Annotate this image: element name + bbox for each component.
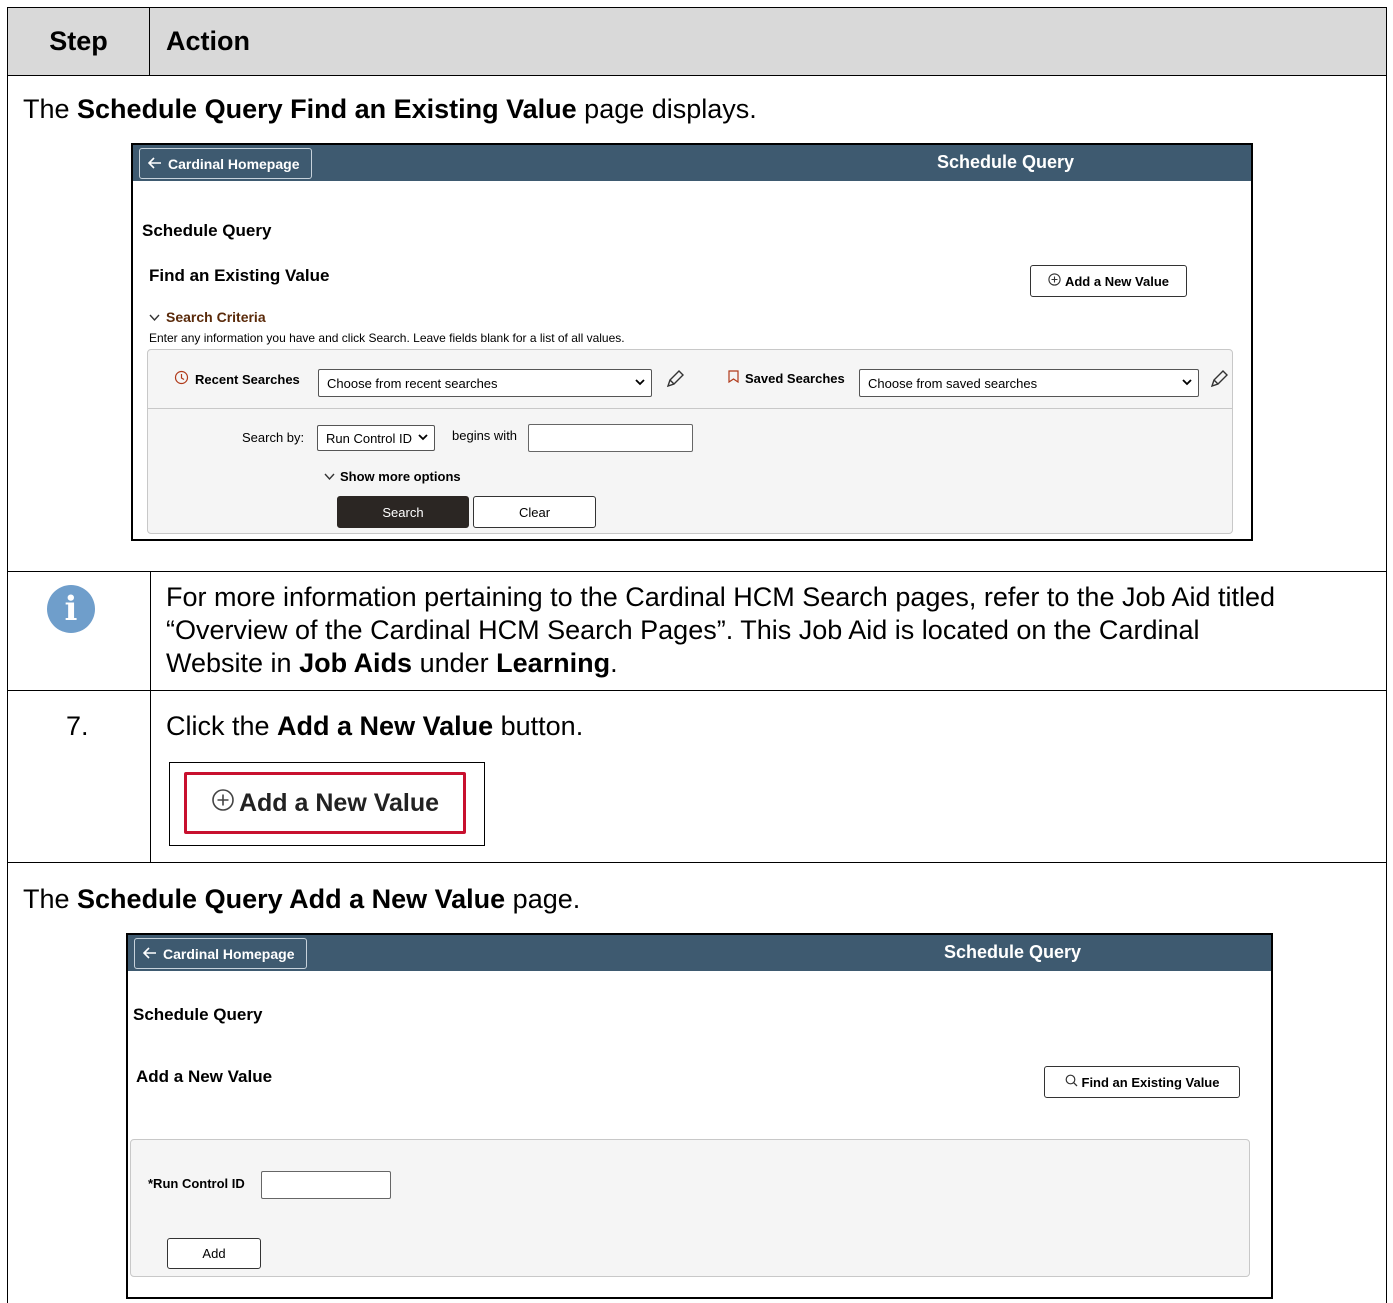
clear-button[interactable]: Clear (473, 496, 596, 528)
search-by-select[interactable]: Run Control ID (317, 425, 435, 451)
edit-saved-icon[interactable] (1208, 368, 1230, 395)
cardinal-homepage-button[interactable]: Cardinal Homepage (139, 148, 313, 179)
chevron-down-icon (149, 309, 160, 325)
search-criteria-toggle[interactable]: Search Criteria (149, 309, 266, 325)
back-label: Cardinal Homepage (163, 945, 295, 962)
section-title: Find an Existing Value (149, 266, 330, 285)
search-panel: Recent Searches Choose from recent searc… (147, 349, 1233, 534)
cardinal-homepage-button[interactable]: Cardinal Homepage (134, 938, 308, 969)
section-title: Add a New Value (136, 1067, 273, 1086)
search-button[interactable]: Search (337, 496, 469, 528)
screenshot-find-existing-value: Cardinal Homepage Schedule Query Schedul… (131, 143, 1253, 541)
table-header: Step Action (8, 8, 1386, 76)
run-control-id-input[interactable] (261, 1171, 391, 1199)
bookmark-icon (728, 370, 739, 386)
search-by-label: Search by: (242, 430, 305, 445)
banner: Cardinal Homepage Schedule Query (128, 935, 1271, 971)
page-title: Schedule Query (142, 221, 272, 240)
saved-searches-select[interactable]: Choose from saved searches (859, 369, 1199, 397)
begins-with-label: begins with (452, 428, 518, 443)
banner-title: Schedule Query (944, 941, 1082, 962)
info-text: For more information pertaining to the C… (166, 582, 1276, 678)
arrow-left-icon (142, 946, 157, 962)
show-more-options-toggle[interactable]: Show more options (324, 469, 461, 484)
info-icon: i (47, 585, 95, 633)
search-value-input[interactable] (528, 424, 693, 452)
row-text-add-page: The Schedule Query Add a New Value page. (23, 884, 581, 914)
add-new-value-button-highlighted[interactable]: Add a New Value (184, 772, 466, 834)
plus-circle-icon (211, 788, 235, 819)
saved-searches-label: Saved Searches (728, 370, 845, 386)
chevron-down-icon (635, 376, 645, 391)
find-existing-value-button[interactable]: Find an Existing Value (1044, 1066, 1240, 1098)
add-panel: *Run Control ID Add (130, 1139, 1250, 1277)
chevron-down-icon (324, 469, 335, 484)
edit-recent-icon[interactable] (664, 368, 686, 395)
recent-searches-label: Recent Searches (174, 370, 300, 388)
add-new-value-zoom: Add a New Value (169, 762, 485, 846)
step-7-text: Click the Add a New Value button. (166, 711, 584, 741)
search-instructions: Enter any information you have and click… (149, 331, 625, 345)
header-action: Action (166, 26, 250, 56)
banner-title: Schedule Query (937, 151, 1075, 172)
add-new-value-button[interactable]: Add a New Value (1030, 265, 1187, 297)
back-label: Cardinal Homepage (168, 155, 300, 172)
add-button[interactable]: Add (167, 1238, 261, 1269)
chevron-down-icon (1182, 376, 1192, 391)
header-step: Step (8, 8, 150, 75)
screenshot-add-new-value: Cardinal Homepage Schedule Query Schedul… (126, 933, 1273, 1299)
page-title: Schedule Query (133, 1005, 263, 1024)
history-icon (174, 370, 189, 388)
procedure-table: Step Action The Schedule Query Find an E… (7, 7, 1387, 1303)
banner: Cardinal Homepage Schedule Query (133, 145, 1251, 181)
recent-searches-select[interactable]: Choose from recent searches (318, 369, 652, 397)
chevron-down-icon (418, 431, 428, 446)
search-icon (1065, 1074, 1078, 1090)
step-number: 7. (66, 711, 89, 741)
run-control-id-label: *Run Control ID (148, 1176, 245, 1191)
plus-circle-icon (1048, 273, 1061, 289)
arrow-left-icon (147, 156, 162, 172)
row-text-find-page: The Schedule Query Find an Existing Valu… (23, 94, 757, 124)
